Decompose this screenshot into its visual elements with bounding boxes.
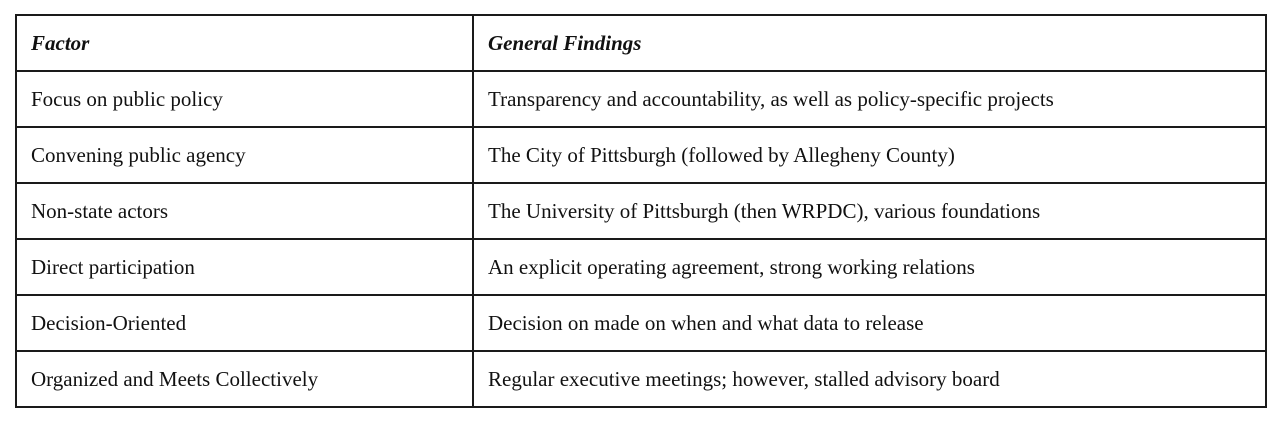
table-row: Focus on public policy Transparency and … [15, 70, 1267, 128]
column-header-factor: Factor [15, 14, 474, 72]
factor-cell: Organized and Meets Collectively [15, 350, 474, 408]
table-row: Non-state actors The University of Pitts… [15, 182, 1267, 240]
findings-cell: The City of Pittsburgh (followed by Alle… [472, 126, 1267, 184]
findings-cell: Regular executive meetings; however, sta… [472, 350, 1267, 408]
factor-cell: Focus on public policy [15, 70, 474, 128]
table-row: Decision-Oriented Decision on made on wh… [15, 294, 1267, 352]
factor-cell: Convening public agency [15, 126, 474, 184]
factor-cell: Decision-Oriented [15, 294, 474, 352]
findings-table-container: Factor General Findings Focus on public … [15, 14, 1267, 408]
table-header-row: Factor General Findings [15, 14, 1267, 72]
table-row: Organized and Meets Collectively Regular… [15, 350, 1267, 408]
table-row: Convening public agency The City of Pitt… [15, 126, 1267, 184]
table-row: Direct participation An explicit operati… [15, 238, 1267, 296]
column-header-general-findings: General Findings [472, 14, 1267, 72]
findings-cell: The University of Pittsburgh (then WRPDC… [472, 182, 1267, 240]
factor-cell: Direct participation [15, 238, 474, 296]
factor-cell: Non-state actors [15, 182, 474, 240]
findings-table: Factor General Findings Focus on public … [15, 14, 1267, 408]
findings-cell: Transparency and accountability, as well… [472, 70, 1267, 128]
findings-cell: Decision on made on when and what data t… [472, 294, 1267, 352]
findings-cell: An explicit operating agreement, strong … [472, 238, 1267, 296]
